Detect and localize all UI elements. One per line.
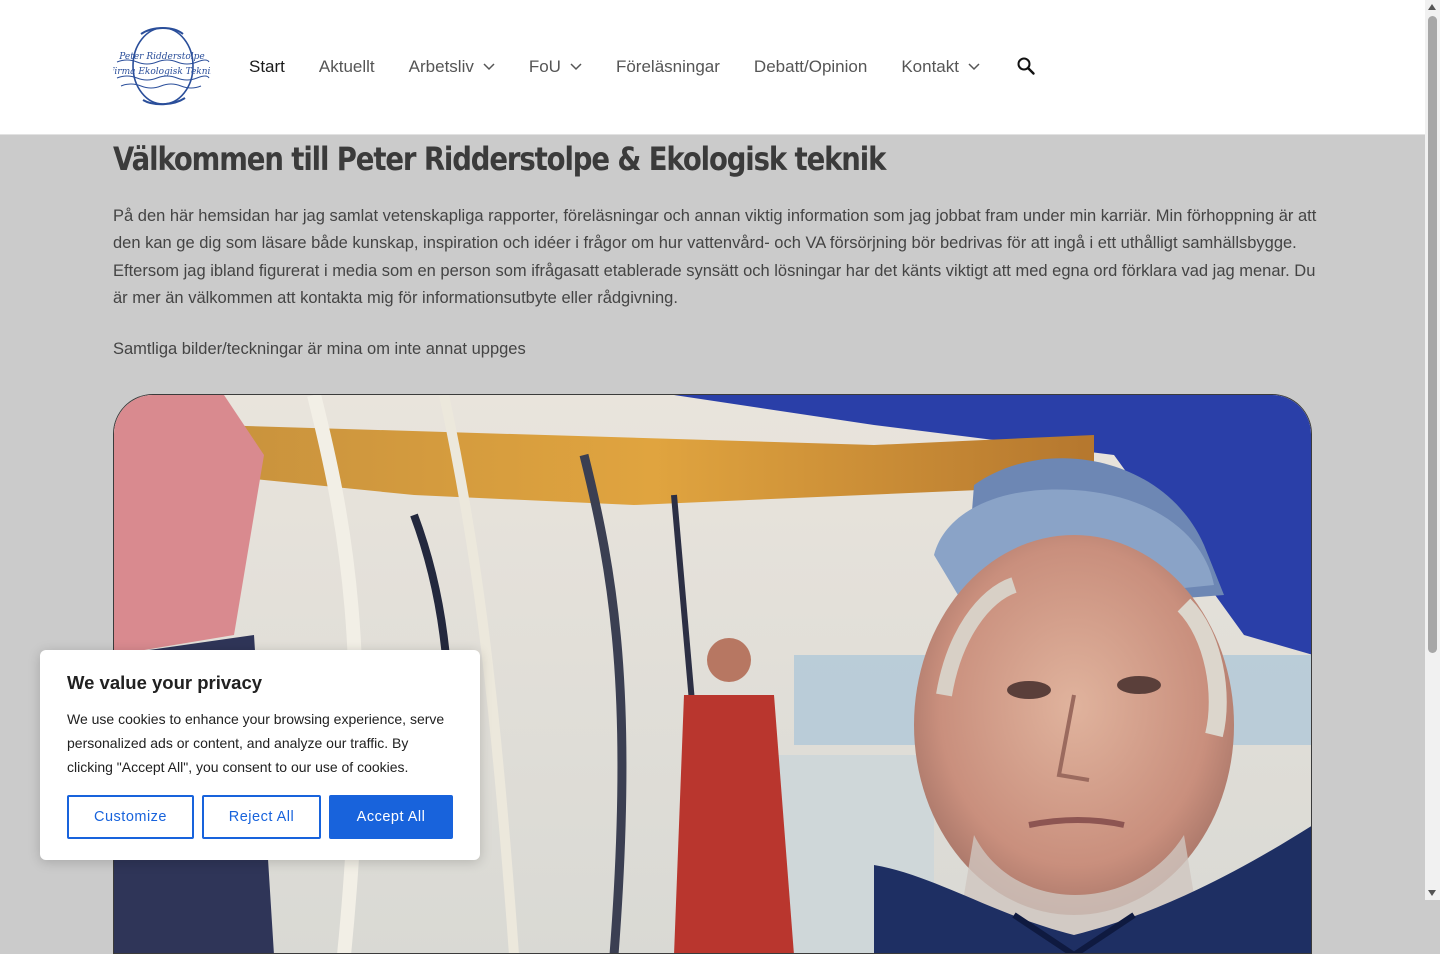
page-scrollbar[interactable] xyxy=(1425,0,1440,900)
chevron-down-icon xyxy=(483,63,495,71)
page-title: Välkommen till Peter Ridderstolpe & Ekol… xyxy=(113,140,886,178)
chevron-down-icon xyxy=(570,63,582,71)
cookie-text: We use cookies to enhance your browsing … xyxy=(67,711,445,775)
site-header: Peter Ridderstolpe Firma Ekologisk Tekni… xyxy=(0,0,1425,135)
nav-item-aktuellt[interactable]: Aktuellt xyxy=(319,47,375,87)
svg-text:Firma Ekologisk Teknik: Firma Ekologisk Teknik xyxy=(113,67,211,77)
customize-button[interactable]: Customize xyxy=(67,795,194,839)
svg-text:Peter Ridderstolpe: Peter Ridderstolpe xyxy=(118,52,205,62)
nav-item-kontakt[interactable]: Kontakt xyxy=(901,47,980,87)
nav-item-debatt-opinion[interactable]: Debatt/Opinion xyxy=(754,47,867,87)
scroll-thumb[interactable] xyxy=(1428,16,1437,653)
intro-paragraph: På den här hemsidan har jag samlat veten… xyxy=(113,207,1317,307)
scroll-up-arrow-icon[interactable] xyxy=(1428,4,1436,10)
site-logo[interactable]: Peter Ridderstolpe Firma Ekologisk Tekni… xyxy=(113,24,211,108)
chevron-down-icon xyxy=(968,63,980,71)
scroll-down-arrow-icon[interactable] xyxy=(1428,890,1436,896)
nav-item-arbetsliv[interactable]: Arbetsliv xyxy=(409,47,495,87)
image-credit-note: Samtliga bilder/teckningar är mina om in… xyxy=(113,340,526,358)
nav-item-start[interactable]: Start xyxy=(249,47,285,87)
search-icon[interactable] xyxy=(1016,56,1036,76)
nav-item-forelasningar[interactable]: Föreläsningar xyxy=(616,47,720,87)
cookie-title: We value your privacy xyxy=(67,672,263,693)
reject-all-button[interactable]: Reject All xyxy=(202,795,321,839)
accept-all-button[interactable]: Accept All xyxy=(329,795,453,839)
main-nav: Start Aktuellt Arbetsliv FoU Föreläsning… xyxy=(249,0,1014,134)
nav-item-fou[interactable]: FoU xyxy=(529,47,582,87)
cookie-consent-banner: We value your privacy We use cookies to … xyxy=(40,650,480,860)
